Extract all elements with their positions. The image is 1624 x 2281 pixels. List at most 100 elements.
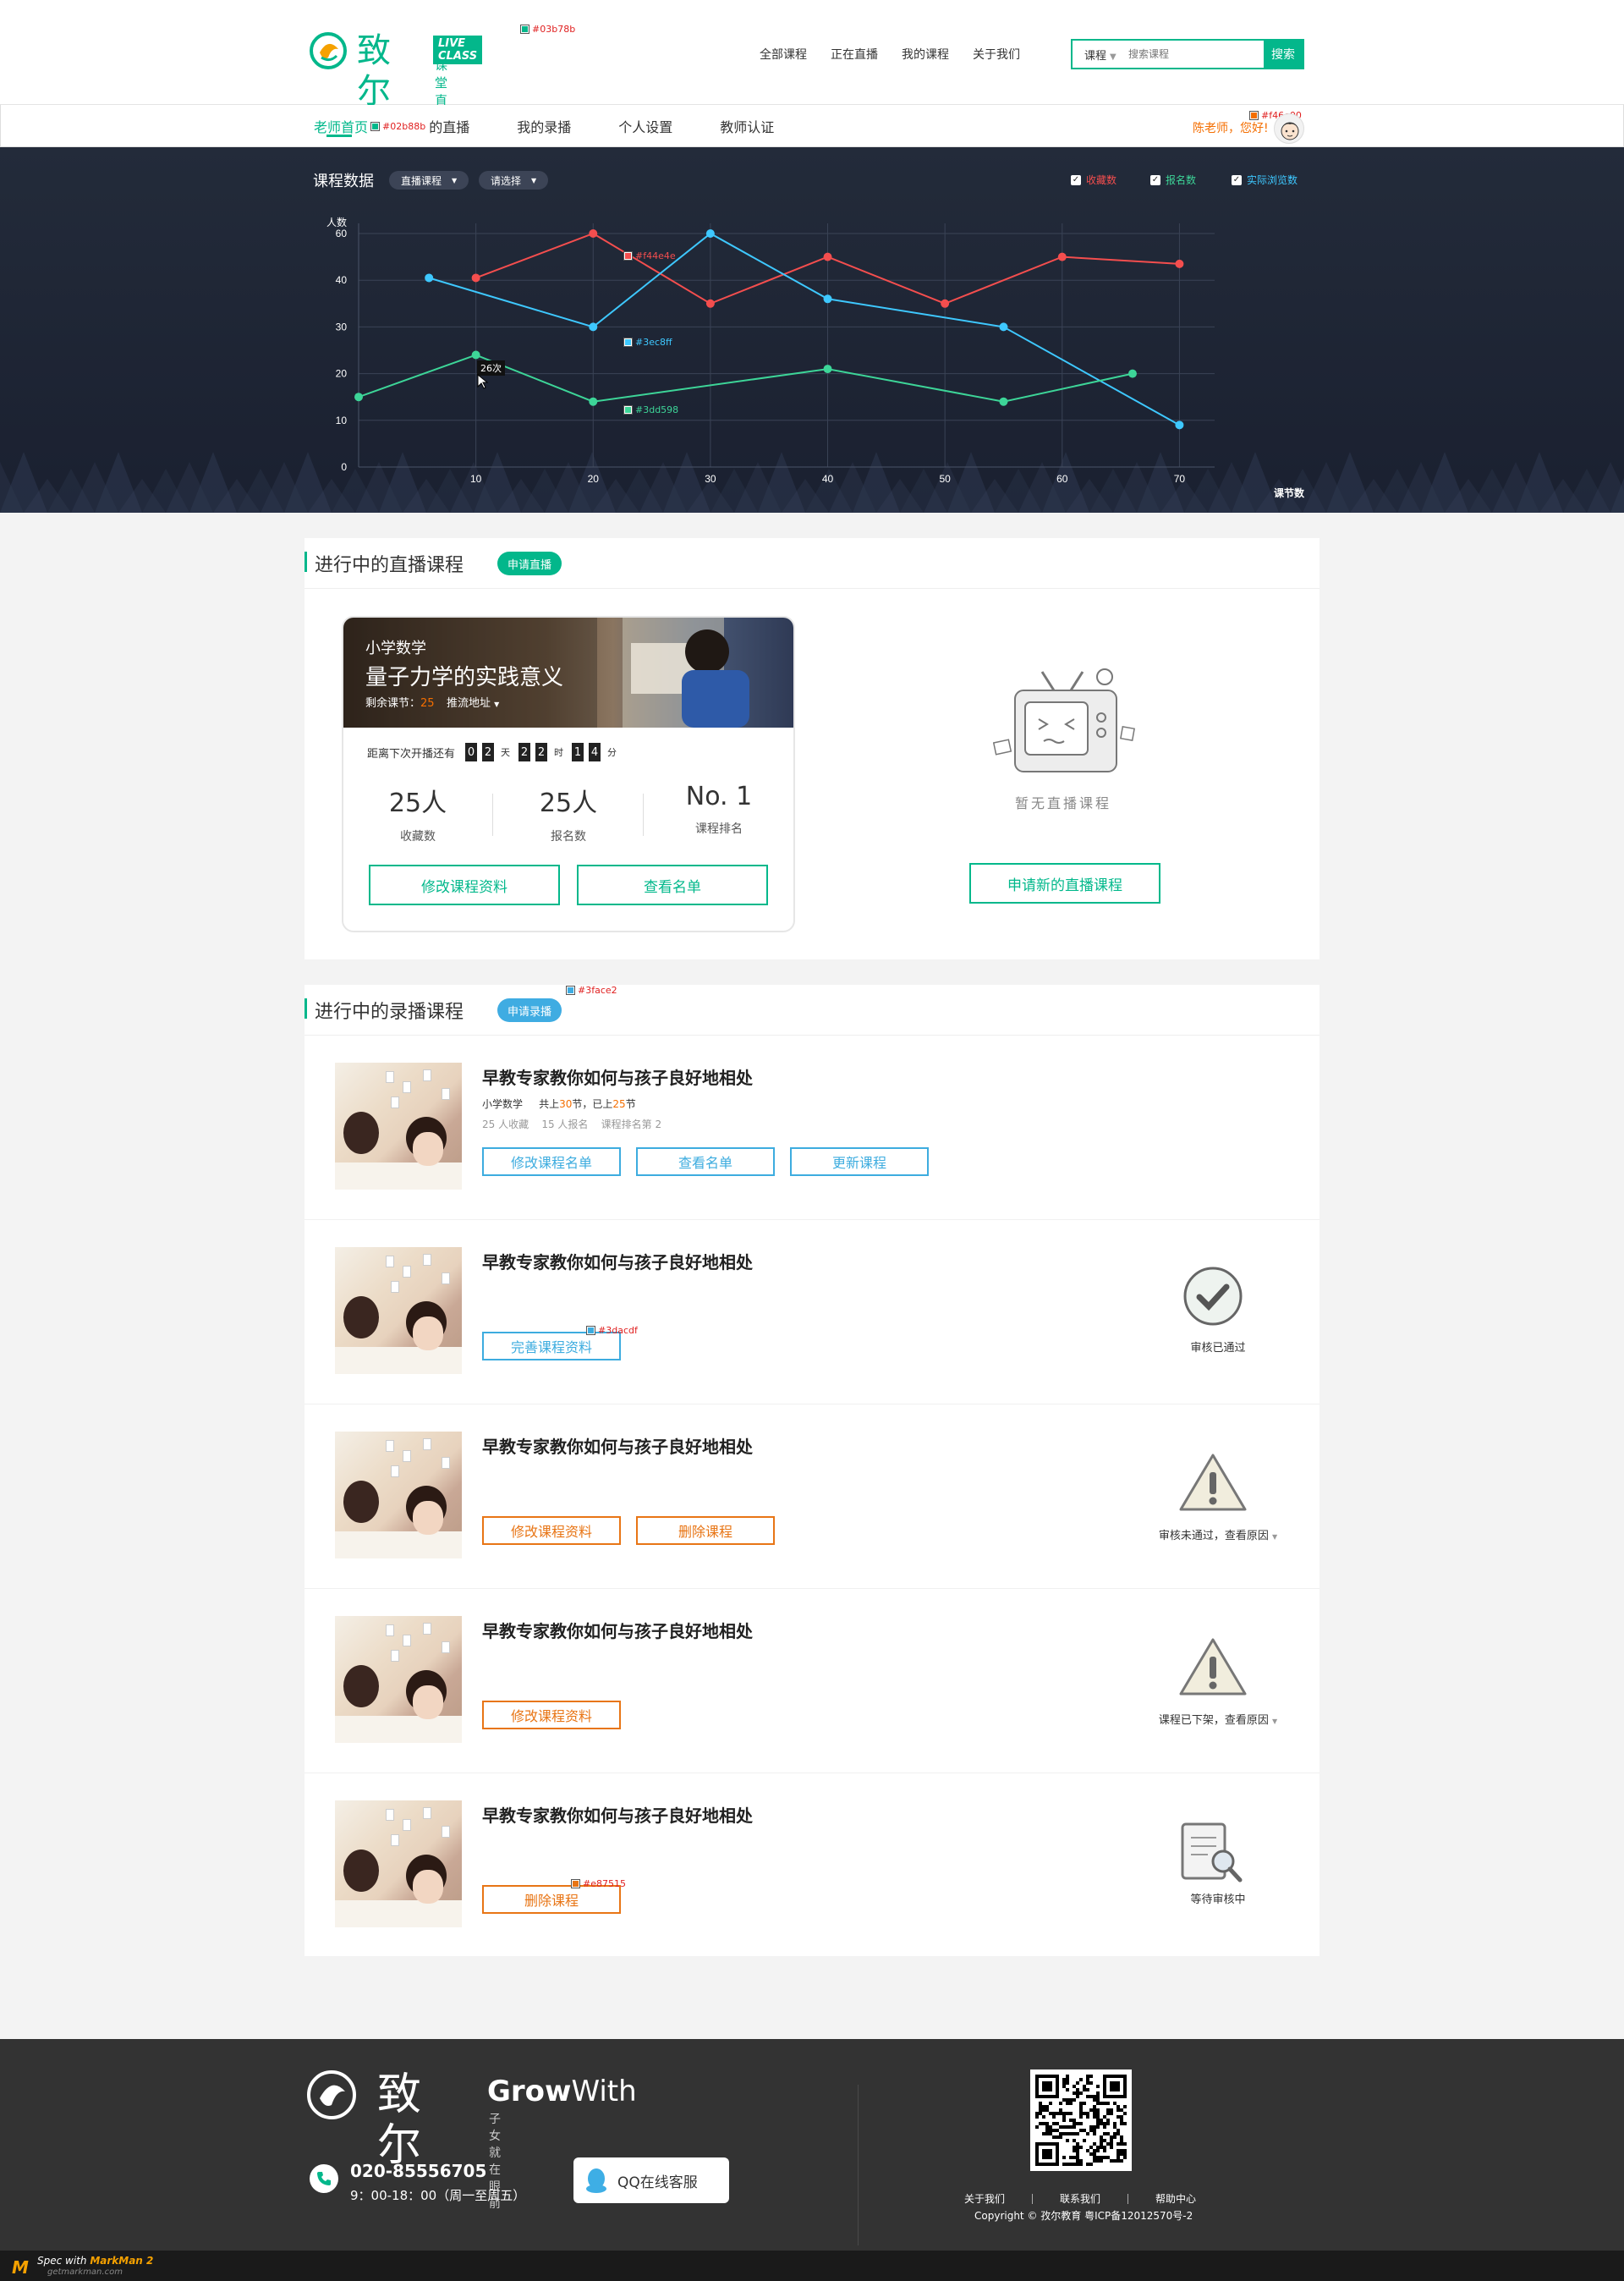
markman-watermark: M Spec with MarkMan 2 getmarkman.com bbox=[0, 2251, 1624, 2281]
spec-label: #e87515 bbox=[583, 1878, 626, 1889]
status-reason-dropdown[interactable]: 审核未通过，查看原因 ▼ bbox=[1133, 1526, 1303, 1542]
status-badge: 等待审核中 bbox=[1190, 1894, 1246, 1906]
qr-module bbox=[1076, 2081, 1079, 2085]
data-point bbox=[823, 294, 832, 304]
view-list-button[interactable]: 查看名单 bbox=[636, 1147, 775, 1176]
course-subject: 小学数学 bbox=[482, 1098, 524, 1110]
spec-label: #f44e4e bbox=[635, 250, 676, 261]
course-type-dropdown[interactable]: 直播课程 ▼ bbox=[389, 171, 469, 190]
qr-module bbox=[1116, 2152, 1120, 2156]
apply-live-button[interactable]: 申请直播 bbox=[497, 552, 562, 575]
footer-links: 关于我们 联系我们 帮助中心 bbox=[964, 2191, 1196, 2206]
legend-signups-checkbox[interactable]: ✓ 报名数 bbox=[1150, 173, 1196, 187]
qr-module bbox=[1123, 2156, 1127, 2159]
course-title[interactable]: 早教专家教你如何与孩子良好地相处 bbox=[482, 1618, 753, 1642]
qr-module bbox=[1100, 2119, 1103, 2122]
subnav-item-live[interactable]: 老师首页 #02b88b 的直播 bbox=[314, 116, 469, 136]
meta-text: 节，已上 bbox=[572, 1098, 613, 1110]
subnav-item-recorded[interactable]: 我的录播 bbox=[517, 116, 571, 136]
search-box: 课程 ▼ 搜索 bbox=[1071, 39, 1304, 69]
course-title[interactable]: 早教专家教你如何与孩子良好地相处 bbox=[482, 1064, 753, 1089]
color-swatch bbox=[623, 338, 633, 347]
data-point bbox=[1175, 420, 1184, 430]
complete-course-button[interactable]: 完善课程资料 bbox=[482, 1332, 621, 1360]
qr-module bbox=[1079, 2108, 1083, 2112]
update-course-button[interactable]: 更新课程 bbox=[790, 1147, 929, 1176]
footer-link-about[interactable]: 关于我们 bbox=[964, 2191, 1005, 2206]
y-tick-label: 10 bbox=[336, 415, 348, 426]
nav-about-us[interactable]: 关于我们 bbox=[973, 46, 1020, 63]
course-select-dropdown[interactable]: 请选择 ▼ bbox=[479, 171, 549, 190]
stream-address-dropdown[interactable]: 推流地址 ▼ bbox=[447, 694, 499, 710]
qr-module bbox=[1079, 2078, 1083, 2081]
qr-module bbox=[1076, 2163, 1079, 2166]
qr-module bbox=[1123, 2152, 1127, 2156]
view-list-button[interactable]: 查看名单 bbox=[577, 865, 768, 905]
nav-my-courses[interactable]: 我的课程 bbox=[902, 46, 949, 63]
qr-module bbox=[1093, 2108, 1096, 2112]
qr-module bbox=[1062, 2078, 1066, 2081]
qr-module bbox=[1045, 2132, 1049, 2135]
footer-link-contact[interactable]: 联系我们 bbox=[1060, 2191, 1100, 2206]
data-point bbox=[1175, 259, 1184, 268]
qr-module bbox=[1079, 2112, 1083, 2115]
apply-new-live-button[interactable]: 申请新的直播课程 bbox=[969, 863, 1160, 904]
qr-module bbox=[1089, 2146, 1093, 2149]
stat-label: 报名数 bbox=[551, 830, 586, 844]
qr-module bbox=[1093, 2095, 1096, 2098]
avatar[interactable] bbox=[1274, 113, 1304, 144]
qr-module bbox=[1106, 2108, 1110, 2112]
list-item: 早教专家教你如何与孩子良好地相处 删除课程 #e87515 等待审核中 bbox=[304, 1773, 1320, 1958]
series-line bbox=[428, 232, 1180, 426]
qr-module bbox=[1093, 2152, 1096, 2156]
warning-icon bbox=[1179, 1638, 1247, 1696]
qr-module bbox=[1066, 2081, 1069, 2085]
course-title[interactable]: 早教专家教你如何与孩子良好地相处 bbox=[482, 1802, 753, 1827]
qr-module bbox=[1110, 2139, 1113, 2142]
search-button[interactable]: 搜索 bbox=[1264, 41, 1303, 68]
qr-module bbox=[1120, 2115, 1123, 2119]
search-type-select[interactable]: 课程 ▼ bbox=[1084, 47, 1116, 63]
nav-all-courses[interactable]: 全部课程 bbox=[760, 46, 807, 63]
markman-spec: Spec with bbox=[37, 2255, 87, 2267]
qr-module bbox=[1120, 2139, 1123, 2142]
delete-course-button[interactable]: 删除课程 bbox=[636, 1516, 775, 1545]
qr-module bbox=[1062, 2112, 1066, 2115]
checkbox-icon: ✓ bbox=[1232, 174, 1242, 185]
remaining-lessons: 剩余课节：25 bbox=[365, 694, 435, 710]
status-reason-dropdown[interactable]: 课程已下架，查看原因 ▼ bbox=[1133, 1711, 1303, 1727]
footer-link-help[interactable]: 帮助中心 bbox=[1155, 2191, 1196, 2206]
qr-module bbox=[1106, 2102, 1110, 2105]
subnav-item-certification[interactable]: 教师认证 bbox=[720, 116, 774, 136]
subnav-item-settings[interactable]: 个人设置 bbox=[618, 116, 672, 136]
qr-module bbox=[1062, 2156, 1066, 2159]
edit-course-button[interactable]: 修改课程资料 bbox=[482, 1516, 621, 1545]
nav-live-now[interactable]: 正在直播 bbox=[831, 46, 878, 63]
legend-favorites-checkbox[interactable]: ✓ 收藏数 bbox=[1071, 173, 1116, 187]
subnav-item-home[interactable]: 老师首页 bbox=[314, 116, 368, 136]
course-subject: 小学数学 bbox=[365, 640, 426, 657]
qr-module bbox=[1113, 2102, 1116, 2105]
stat-label: 收藏数 bbox=[400, 830, 436, 844]
course-title[interactable]: 早教专家教你如何与孩子良好地相处 bbox=[482, 1249, 753, 1273]
status-badge: 审核未通过，查看原因 bbox=[1158, 1530, 1269, 1542]
search-input[interactable] bbox=[1128, 43, 1242, 65]
qr-module bbox=[1106, 2122, 1110, 2125]
legend-views-checkbox[interactable]: ✓ 实际浏览数 bbox=[1232, 173, 1298, 187]
qr-module bbox=[1116, 2142, 1120, 2146]
edit-course-button[interactable]: 修改课程资料 bbox=[482, 1701, 621, 1729]
countdown-digit: 4 bbox=[589, 743, 601, 761]
delete-course-button[interactable]: 删除课程 bbox=[482, 1885, 621, 1914]
edit-course-button[interactable]: 修改课程资料 bbox=[369, 865, 560, 905]
qq-support-button[interactable]: QQ在线客服 bbox=[573, 2157, 729, 2203]
qr-module bbox=[1120, 2108, 1123, 2112]
user-greeting[interactable]: 陈老师，您好! bbox=[1193, 119, 1269, 136]
edit-course-list-button[interactable]: 修改课程名单 bbox=[482, 1147, 621, 1176]
data-point bbox=[823, 365, 832, 374]
qr-module bbox=[1096, 2159, 1100, 2163]
apply-recorded-button[interactable]: 申请录播 bbox=[497, 998, 562, 1022]
qr-module bbox=[1086, 2088, 1089, 2091]
qr-module bbox=[1100, 2159, 1103, 2163]
x-tick-label: 30 bbox=[705, 473, 716, 485]
course-title[interactable]: 早教专家教你如何与孩子良好地相处 bbox=[482, 1433, 753, 1458]
